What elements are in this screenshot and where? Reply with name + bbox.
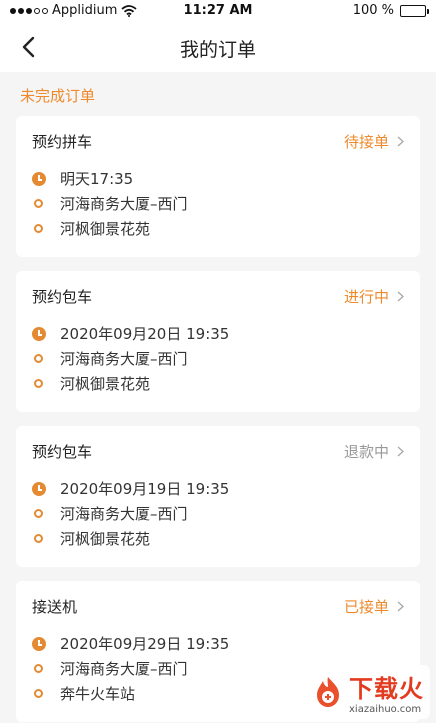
order-status[interactable]: 退款中 bbox=[344, 441, 404, 462]
order-to-row: 河枫御景花苑 bbox=[32, 526, 404, 551]
chevron-right-icon bbox=[397, 445, 404, 457]
order-header: 接送机 已接单 bbox=[32, 581, 404, 631]
clock-icon bbox=[32, 481, 46, 496]
order-status[interactable]: 进行中 bbox=[344, 286, 404, 307]
destination-dot-icon bbox=[34, 224, 43, 233]
clock-icon bbox=[32, 171, 46, 186]
clock-icon bbox=[32, 636, 46, 651]
battery-percent: 100 % bbox=[352, 3, 394, 18]
flame-logo-icon bbox=[317, 677, 339, 707]
destination-dot-icon bbox=[34, 534, 43, 543]
order-from: 河海商务大厦–西门 bbox=[60, 350, 188, 368]
page-title: 我的订单 bbox=[179, 39, 256, 61]
order-status[interactable]: 已接单 bbox=[344, 596, 404, 617]
order-status-label: 已接单 bbox=[343, 597, 389, 616]
section-title-pending: 未完成订单 bbox=[20, 87, 96, 105]
order-from-row: 河海商务大厦–西门 bbox=[32, 191, 404, 216]
chevron-right-icon bbox=[397, 290, 404, 302]
battery-icon bbox=[400, 4, 429, 17]
order-to-row: 河枫御景花苑 bbox=[32, 371, 404, 396]
order-type: 接送机 bbox=[32, 597, 78, 616]
battery-info: 100 % bbox=[352, 3, 429, 18]
order-from: 河海商务大厦–西门 bbox=[60, 195, 188, 213]
order-type: 预约包车 bbox=[32, 442, 93, 461]
order-to-row: 河枫御景花苑 bbox=[32, 216, 404, 241]
order-type: 预约包车 bbox=[32, 287, 93, 306]
order-from: 河海商务大厦–西门 bbox=[60, 505, 188, 523]
destination-dot-icon bbox=[34, 379, 43, 388]
chevron-right-icon bbox=[397, 135, 404, 147]
watermark-brand: 下载火 bbox=[349, 675, 424, 703]
order-status[interactable]: 待接单 bbox=[344, 131, 404, 152]
order-status-label: 待接单 bbox=[343, 132, 389, 151]
clock-icon bbox=[32, 326, 46, 341]
order-time: 2020年09月20日 19:35 bbox=[60, 325, 230, 343]
order-time-row: 明天17:35 bbox=[32, 166, 404, 191]
order-from: 河海商务大厦–西门 bbox=[60, 660, 188, 678]
order-header: 预约包车 退款中 bbox=[32, 426, 404, 476]
nav-bar: 我的订单 bbox=[0, 22, 436, 72]
destination-dot-icon bbox=[34, 689, 43, 698]
chevron-right-icon bbox=[397, 600, 404, 612]
order-status-label: 退款中 bbox=[343, 442, 389, 461]
order-time-row: 2020年09月29日 19:35 bbox=[32, 631, 404, 656]
watermark: 下载火 xiazaihuo.com bbox=[305, 665, 430, 719]
order-time-row: 2020年09月19日 19:35 bbox=[32, 476, 404, 501]
order-to: 奔牛火车站 bbox=[60, 685, 136, 703]
order-to: 河枫御景花苑 bbox=[60, 530, 151, 548]
origin-dot-icon bbox=[34, 199, 43, 208]
order-card[interactable]: 预约包车 退款中 2020年09月19日 19:35 河海商务大厦–西门 河枫御… bbox=[16, 426, 420, 567]
order-to: 河枫御景花苑 bbox=[60, 220, 151, 238]
order-type: 预约拼车 bbox=[32, 132, 93, 151]
order-status-label: 进行中 bbox=[343, 287, 389, 306]
order-time-row: 2020年09月20日 19:35 bbox=[32, 321, 404, 346]
order-to: 河枫御景花苑 bbox=[60, 375, 151, 393]
order-list: 预约拼车 待接单 明天17:35 河海商务大厦–西门 河枫御景花苑 预约包车 进… bbox=[0, 116, 436, 722]
order-time: 2020年09月19日 19:35 bbox=[60, 480, 230, 498]
order-header: 预约包车 进行中 bbox=[32, 271, 404, 321]
order-card[interactable]: 预约包车 进行中 2020年09月20日 19:35 河海商务大厦–西门 河枫御… bbox=[16, 271, 420, 412]
order-time: 2020年09月29日 19:35 bbox=[60, 635, 230, 653]
order-time: 明天17:35 bbox=[60, 170, 134, 188]
origin-dot-icon bbox=[34, 509, 43, 518]
order-header: 预约拼车 待接单 bbox=[32, 116, 404, 166]
origin-dot-icon bbox=[34, 664, 43, 673]
watermark-url: xiazaihuo.com bbox=[349, 704, 422, 715]
order-card[interactable]: 预约拼车 待接单 明天17:35 河海商务大厦–西门 河枫御景花苑 bbox=[16, 116, 420, 257]
order-from-row: 河海商务大厦–西门 bbox=[32, 501, 404, 526]
order-from-row: 河海商务大厦–西门 bbox=[32, 346, 404, 371]
origin-dot-icon bbox=[34, 354, 43, 363]
status-bar: Applidium 11:27 AM 100 % bbox=[0, 0, 436, 22]
